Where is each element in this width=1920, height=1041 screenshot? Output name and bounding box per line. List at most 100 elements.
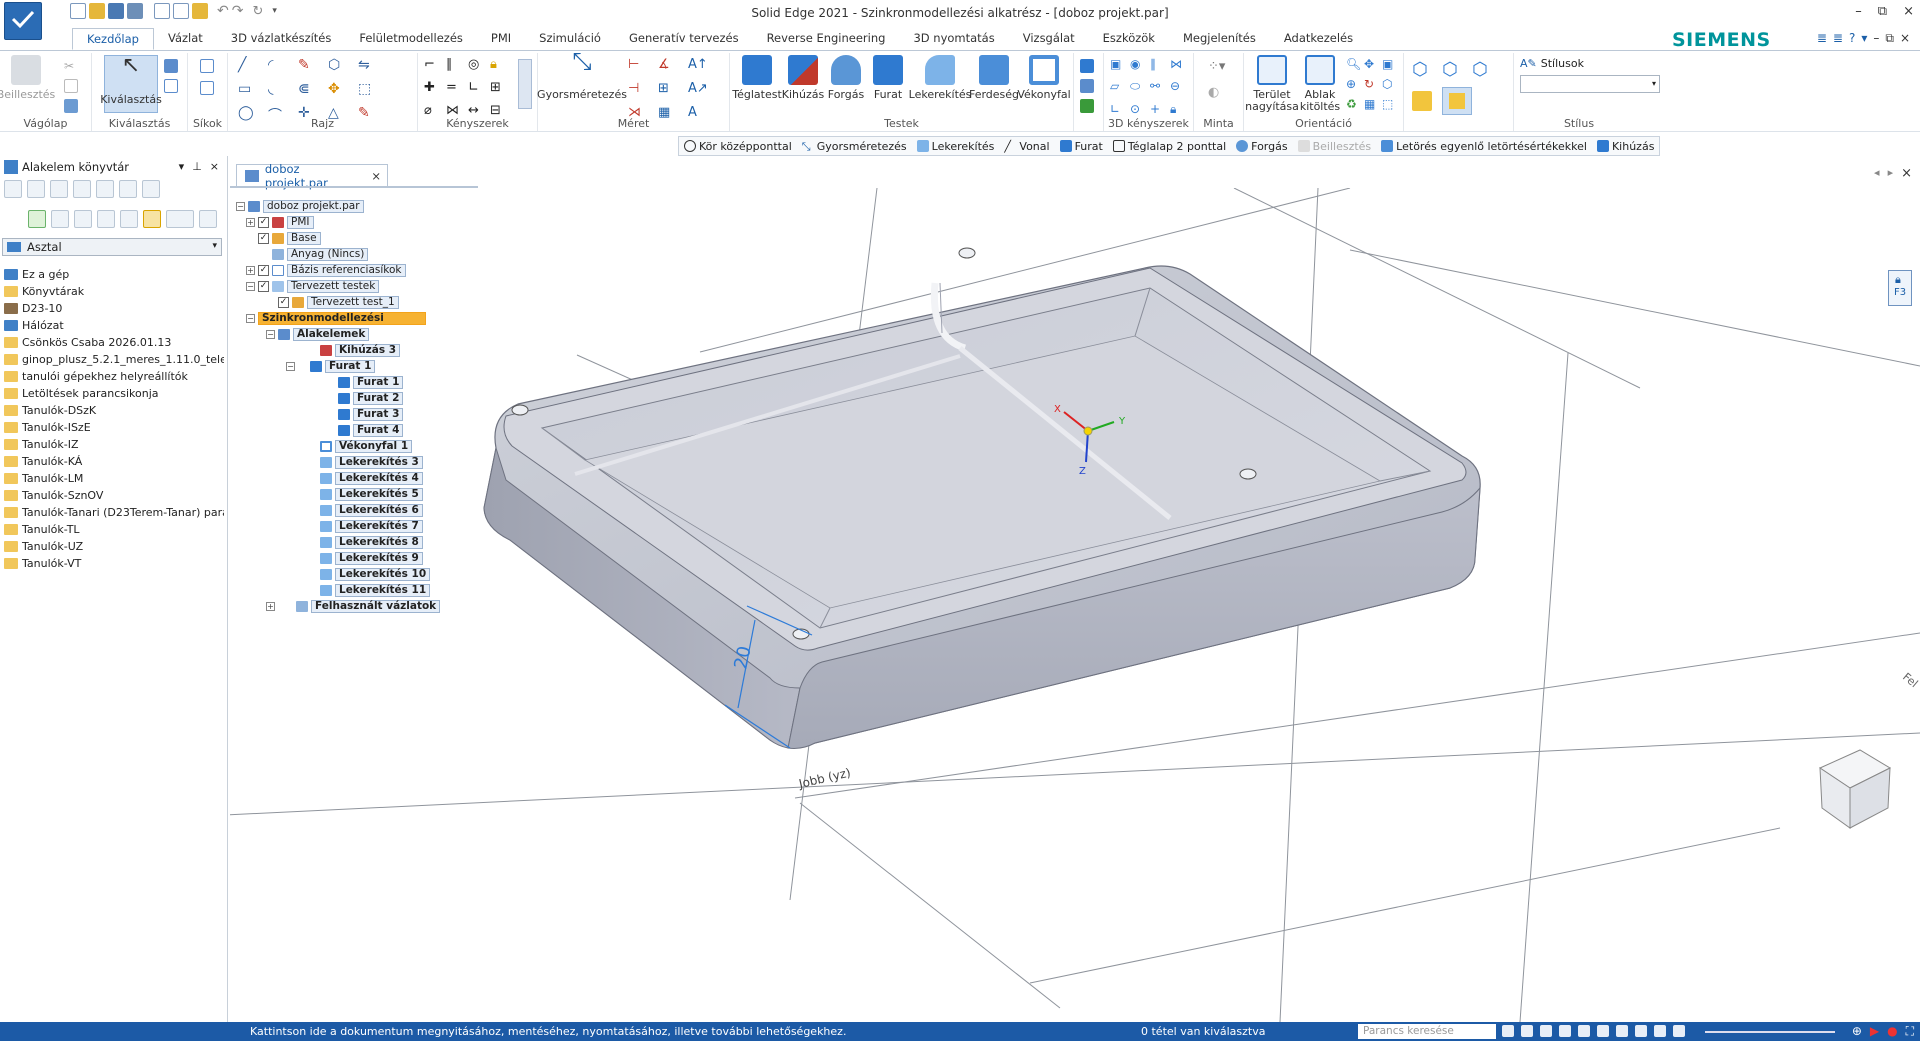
application-button[interactable] [4, 2, 42, 40]
perpendicular-icon[interactable]: ∟ [468, 80, 490, 95]
round-button[interactable]: Lekerekítés [909, 55, 971, 101]
box-button[interactable]: Téglatest [732, 55, 782, 101]
tab-megjelenites[interactable]: Megjelenítés [1169, 28, 1270, 50]
expand-icon[interactable]: + [246, 218, 255, 227]
list-item[interactable]: Tanulók-IZ [0, 436, 224, 453]
cmd-line[interactable]: ╱ Vonal [999, 140, 1054, 154]
tool-f-icon[interactable] [119, 180, 137, 198]
checkbox[interactable]: ✓ [258, 281, 269, 292]
search-icon[interactable] [199, 210, 217, 228]
pan-icon[interactable]: ✥ [1364, 57, 1382, 71]
collapse-ribbon-icon[interactable]: ▾ [1861, 31, 1867, 46]
select-button[interactable]: ↖ Kiválasztás [100, 55, 162, 113]
named-view-icon[interactable]: ⬚ [1382, 97, 1400, 111]
tab-3d-vazlatkeszites[interactable]: 3D vázlatkészítés [217, 28, 346, 50]
tab-generativ-tervezes[interactable]: Generatív tervezés [615, 28, 753, 50]
rectangle-icon[interactable]: ▭ [238, 81, 268, 97]
cmd-chamfer[interactable]: Letörés egyenlő letörtésértékekkel [1376, 140, 1592, 153]
tree-node-hole[interactable]: Furat 1 [338, 376, 404, 389]
tree-node-base[interactable]: ✓ Base [258, 232, 321, 245]
mirror-icon[interactable]: ⇋ [358, 57, 388, 73]
tree-node-round[interactable]: Lekerekítés 8 [320, 536, 423, 549]
select-box-icon[interactable] [164, 79, 178, 93]
zoom-in-icon[interactable]: ⊕ [1852, 1024, 1862, 1039]
list-item[interactable]: Csönkös Csaba 2026.01.13 [0, 334, 224, 351]
horizontal-icon[interactable]: ✚ [424, 80, 446, 95]
layout-2-icon[interactable]: ≣ [1833, 31, 1843, 46]
undo-icon[interactable]: ↶ [217, 3, 229, 19]
tab-eszkozok[interactable]: Eszközök [1089, 28, 1169, 50]
layout-icon[interactable]: ≣ [1817, 31, 1827, 46]
view-iso-icon[interactable]: ⬡ [1412, 59, 1428, 80]
tree-node-hole[interactable]: Furat 4 [338, 424, 404, 437]
tool-d-icon[interactable] [73, 180, 91, 198]
tree-node-pmi[interactable]: + ✓ PMI [246, 216, 314, 229]
list-item[interactable]: Ez a gép [0, 266, 224, 283]
save-icon[interactable] [108, 3, 124, 19]
tree-node-material[interactable]: Anyag (Nincs) [272, 248, 369, 261]
checkbox[interactable]: ✓ [258, 233, 269, 244]
list-item[interactable]: Tanulók-TL [0, 521, 224, 538]
tree-node-round[interactable]: Lekerekítés 3 [320, 456, 423, 469]
equal-icon[interactable]: = [446, 80, 468, 95]
dim-axis-icon[interactable]: A↑ [688, 57, 718, 72]
save-all-icon[interactable] [127, 3, 143, 19]
tree-node-used-sketches[interactable]: + Felhasznált vázlatok [266, 600, 441, 613]
list-item[interactable]: Tanulók-LM [0, 470, 224, 487]
collapse-icon[interactable]: − [246, 314, 255, 323]
tool-c-icon[interactable] [50, 180, 68, 198]
face-relate-icon[interactable]: ▣ [1110, 57, 1130, 71]
display-status-icon[interactable] [1654, 1025, 1666, 1037]
tree-node-round[interactable]: Lekerekítés 11 [320, 584, 431, 597]
panel-close-icon[interactable]: × [210, 160, 219, 173]
collapse-icon[interactable]: − [266, 330, 275, 339]
shade-status-icon[interactable] [1635, 1025, 1647, 1037]
concentric-face-icon[interactable]: ⊙ [1130, 102, 1150, 117]
tree-node-sync[interactable]: − Szinkronmodellezési [246, 312, 426, 325]
sketch-view-icon[interactable] [1673, 1025, 1685, 1037]
cmd-extrude[interactable]: Kihúzás [1592, 140, 1659, 153]
tangent-icon[interactable]: ⌀ [424, 103, 446, 118]
dim-text-icon[interactable]: A↗ [688, 81, 718, 96]
tab-3d-nyomtatas[interactable]: 3D nyomtatás [899, 28, 1008, 50]
tree-node-design-body-1[interactable]: ✓ Tervezett test_1 [278, 296, 399, 309]
tree-node-round[interactable]: Lekerekítés 5 [320, 488, 423, 501]
pin-icon[interactable]: ⊥ [192, 160, 202, 173]
open-file-icon[interactable] [89, 3, 105, 19]
collinear-icon[interactable]: ↔ [468, 103, 490, 118]
panel-menu-icon[interactable]: ▾ [179, 160, 185, 173]
relationship-assistant-icon[interactable] [518, 59, 532, 109]
list-item[interactable]: Tanulók-ISzE [0, 419, 224, 436]
mirror-body-icon[interactable] [1080, 79, 1094, 93]
tool-e-icon[interactable] [96, 180, 114, 198]
expand-icon[interactable]: + [266, 602, 275, 611]
tangent-face-icon[interactable]: ⬭ [1130, 79, 1150, 94]
tool-g-icon[interactable] [142, 180, 160, 198]
shaded-edges-button[interactable] [1442, 87, 1472, 115]
fit-button[interactable]: Ablak kitöltés [1300, 55, 1340, 113]
print-icon[interactable] [173, 3, 189, 19]
video-icon[interactable]: ▶ [1870, 1024, 1879, 1039]
align-icon[interactable]: ⋈ [1170, 57, 1190, 71]
record-icon[interactable]: ● [1887, 1024, 1897, 1039]
new-folder-icon[interactable] [143, 210, 161, 228]
view-status-icon[interactable] [1616, 1025, 1628, 1037]
min-icon[interactable]: – [1873, 31, 1879, 46]
view-front-icon[interactable]: ⬡ [1472, 59, 1488, 80]
tree-node-round[interactable]: Lekerekítés 4 [320, 472, 423, 485]
document-tab[interactable]: doboz projekt.par × [236, 162, 388, 190]
zoom-area-status-icon[interactable] [1540, 1025, 1552, 1037]
cmd-revolve[interactable]: Forgás [1231, 140, 1292, 153]
fillet-icon[interactable]: ◟ [268, 81, 298, 97]
styles-button[interactable]: A✎ Stílusok [1520, 57, 1584, 70]
area-zoom-button[interactable]: Terület nagyítása [1245, 55, 1299, 113]
list-item[interactable]: D23-10 [0, 300, 224, 317]
collapse-icon[interactable]: − [246, 282, 255, 291]
restore-button[interactable]: ⧉ [1878, 4, 1887, 19]
close-tab-icon[interactable]: × [371, 169, 381, 183]
tool-b-icon[interactable] [27, 180, 45, 198]
tree-node-hole[interactable]: Furat 3 [338, 408, 404, 421]
coplanar-icon[interactable]: ▱ [1110, 79, 1130, 94]
thinwall-button[interactable]: Vékonyfal [1017, 55, 1071, 101]
tree-node-root[interactable]: − doboz projekt.par [236, 200, 364, 213]
